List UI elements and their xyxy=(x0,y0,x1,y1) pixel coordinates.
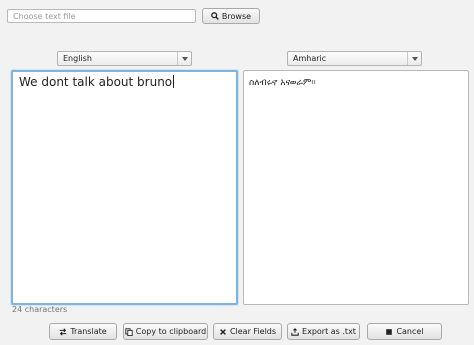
browse-button[interactable]: Browse xyxy=(202,8,260,24)
source-language-value: English xyxy=(63,54,92,63)
source-language-select[interactable]: English xyxy=(57,51,192,66)
target-language-select[interactable]: Amharic xyxy=(287,51,422,66)
text-caret xyxy=(173,75,175,88)
cancel-button-label: Cancel xyxy=(396,327,424,336)
clear-fields-button[interactable]: Clear Fields xyxy=(213,323,282,340)
file-path-input[interactable]: Choose text file xyxy=(7,9,196,23)
translated-text-area[interactable]: ስለብሩኖ አናወራም። xyxy=(243,70,469,305)
export-button-label: Export as .txt xyxy=(302,327,356,336)
copy-to-clipboard-button[interactable]: Copy to clipboard xyxy=(123,323,208,340)
character-count: 24 characters xyxy=(12,305,68,314)
source-text: We dont talk about bruno xyxy=(19,75,173,89)
stop-icon xyxy=(386,328,393,335)
export-txt-button[interactable]: Export as .txt xyxy=(287,323,360,340)
clear-button-label: Clear Fields xyxy=(229,327,277,336)
chevron-down-icon xyxy=(177,52,191,65)
browse-button-label: Browse xyxy=(221,11,252,21)
export-icon xyxy=(291,327,299,336)
close-icon xyxy=(220,328,226,335)
translated-text: ስለብሩኖ አናወራም። xyxy=(249,78,316,88)
translate-button-label: Translate xyxy=(70,327,107,336)
copy-icon xyxy=(125,327,133,336)
search-icon xyxy=(211,12,219,20)
copy-button-label: Copy to clipboard xyxy=(135,327,207,336)
chevron-down-icon xyxy=(407,52,421,65)
source-text-area[interactable]: We dont talk about bruno xyxy=(11,70,238,305)
translate-button[interactable]: Translate xyxy=(49,323,117,340)
swap-icon xyxy=(60,327,67,336)
cancel-button[interactable]: Cancel xyxy=(367,323,442,340)
target-language-value: Amharic xyxy=(293,54,327,63)
